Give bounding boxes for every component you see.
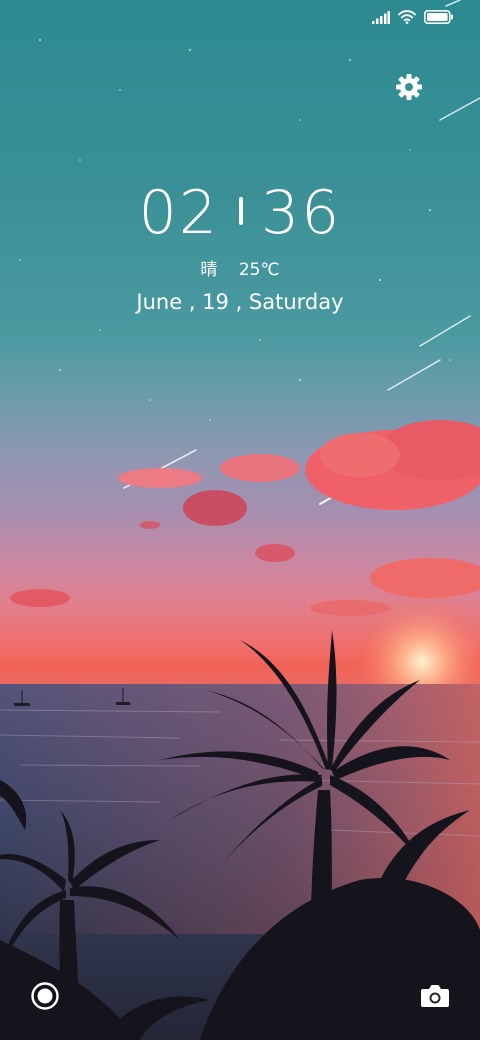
- weather-temperature: 25℃: [238, 260, 280, 280]
- clock-minutes: 36: [261, 178, 342, 248]
- clock-hours: 02: [138, 178, 219, 248]
- clock-separator: [239, 196, 243, 225]
- wallpaper: [0, 0, 480, 1040]
- camera-icon[interactable]: [420, 983, 450, 1009]
- status-bar: [372, 10, 454, 24]
- battery-icon: [424, 10, 453, 24]
- lock-screen: 02 36 晴 25℃ June , 19 , Saturday: [0, 0, 480, 1040]
- clouds: [10, 420, 480, 616]
- date-text: June , 19 , Saturday: [136, 290, 344, 314]
- signal-icon: [372, 10, 390, 24]
- weather-condition: 晴: [200, 260, 218, 280]
- target-circle-icon[interactable]: [30, 981, 60, 1011]
- lock-clock: 02 36: [0, 178, 480, 248]
- gear-icon[interactable]: [395, 73, 423, 101]
- weather-info: 晴 25℃: [0, 255, 480, 280]
- wifi-icon: [398, 10, 416, 24]
